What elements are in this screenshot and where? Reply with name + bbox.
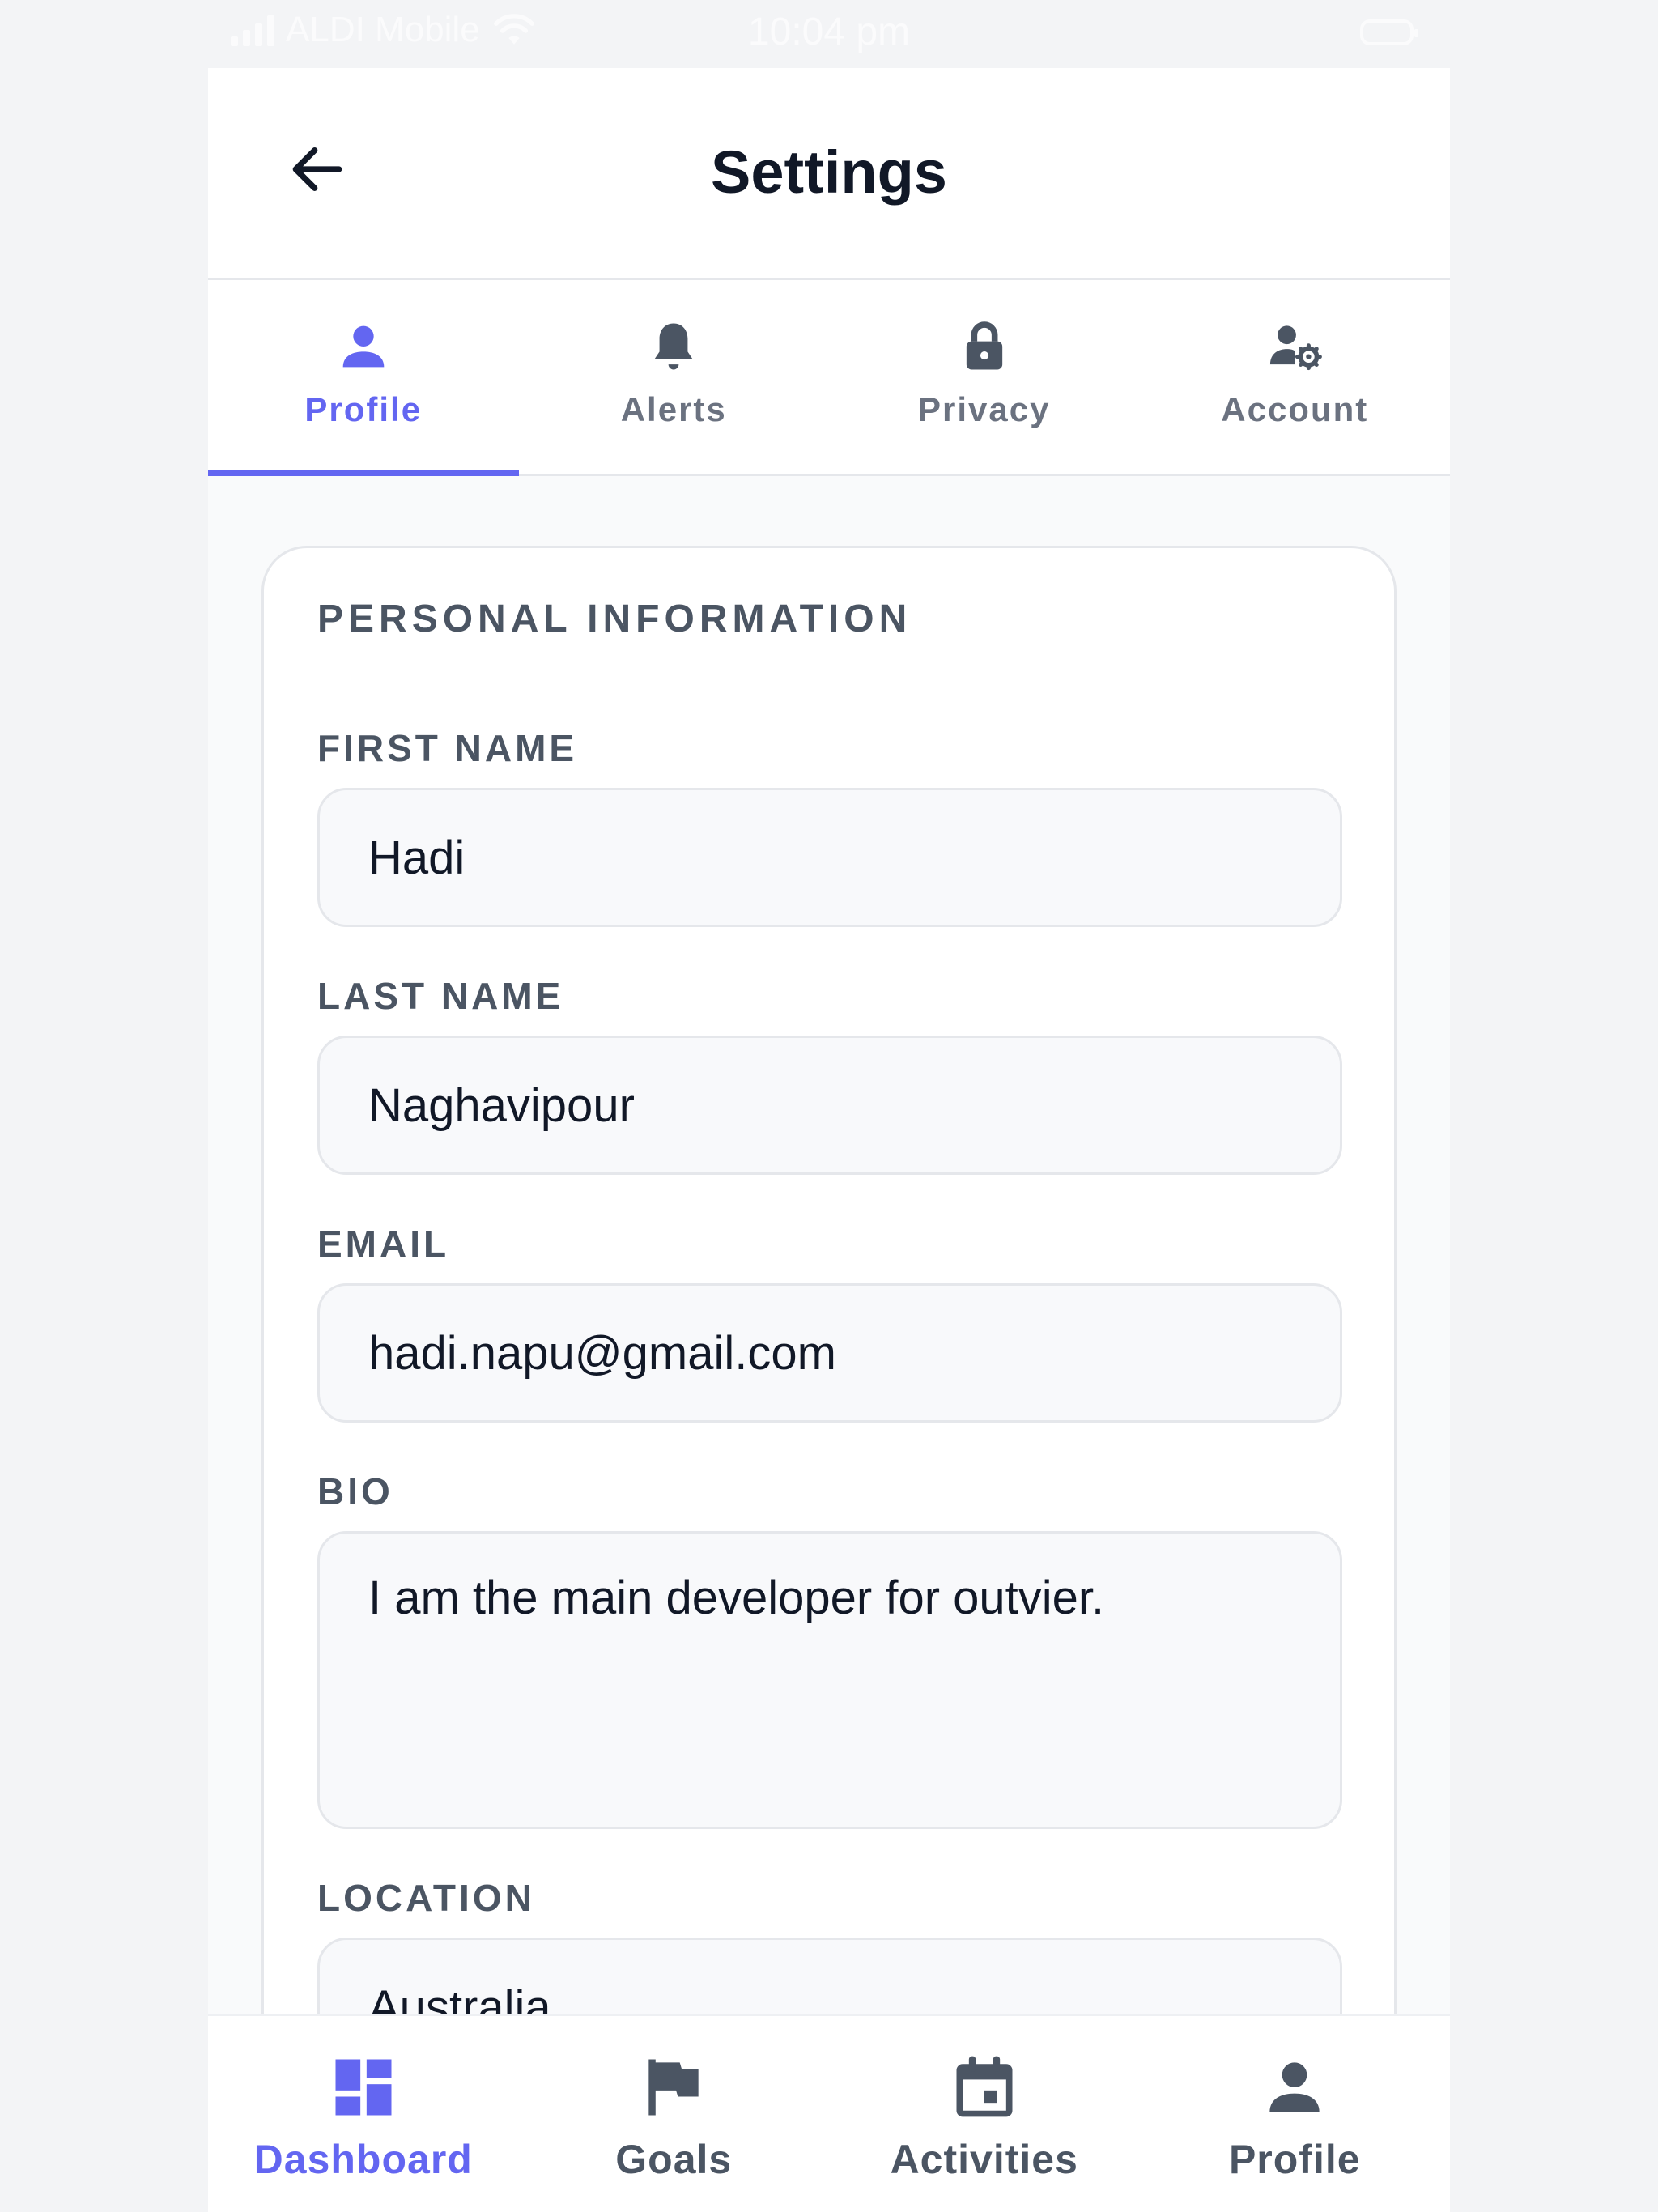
- calendar-icon: [956, 2056, 1013, 2117]
- tab-profile[interactable]: Profile: [208, 280, 519, 476]
- tab-label: Privacy: [918, 390, 1051, 428]
- section-title: PERSONAL INFORMATION: [317, 598, 912, 640]
- nav-profile[interactable]: Profile: [1140, 2016, 1451, 2212]
- tab-privacy[interactable]: Privacy: [829, 280, 1140, 474]
- page-title: Settings: [711, 138, 947, 206]
- bottom-navigation: Dashboard Goals Activities Profile: [208, 2014, 1450, 2212]
- user-icon: [1269, 2062, 1320, 2112]
- nav-label: Profile: [1228, 2137, 1361, 2182]
- user-gear-icon: [1270, 325, 1323, 371]
- bio-textarea[interactable]: I am the main developer for outvier.: [317, 1531, 1342, 1829]
- email-input[interactable]: hadi.napu@gmail.com: [317, 1283, 1342, 1423]
- tab-account[interactable]: Account: [1140, 280, 1451, 474]
- nav-goals[interactable]: Goals: [519, 2016, 830, 2212]
- battery-icon: [1360, 19, 1418, 45]
- nav-label: Activities: [890, 2137, 1078, 2182]
- location-input[interactable]: Australia: [317, 1938, 1342, 2014]
- tab-label: Account: [1221, 390, 1369, 428]
- first-name-input[interactable]: Hadi: [317, 788, 1342, 927]
- email-label: EMAIL: [317, 1223, 450, 1265]
- dashboard-icon: [335, 2059, 392, 2116]
- nav-dashboard[interactable]: Dashboard: [208, 2016, 519, 2212]
- nav-label: Dashboard: [253, 2137, 473, 2182]
- first-name-label: FIRST NAME: [317, 727, 578, 769]
- personal-information-card: PERSONAL INFORMATION FIRST NAME Hadi LAS…: [261, 546, 1397, 2014]
- settings-tabs: Profile Alerts Privacy Account: [208, 280, 1450, 476]
- settings-content: PERSONAL INFORMATION FIRST NAME Hadi LAS…: [208, 476, 1450, 2014]
- settings-screen: Settings Profile Alerts Privacy Account …: [208, 68, 1450, 2212]
- bio-label: BIO: [317, 1470, 393, 1512]
- last-name-label: LAST NAME: [317, 975, 564, 1017]
- nav-label: Goals: [615, 2137, 733, 2182]
- status-bar: ALDI Mobile 10:04 pm: [0, 0, 1658, 68]
- flag-icon: [648, 2059, 699, 2116]
- nav-activities[interactable]: Activities: [829, 2016, 1140, 2212]
- location-label: LOCATION: [317, 1877, 535, 1919]
- tab-label: Alerts: [620, 390, 727, 428]
- tab-label: Profile: [304, 390, 423, 428]
- tab-alerts[interactable]: Alerts: [519, 280, 830, 474]
- last-name-input[interactable]: Naghavipour: [317, 1036, 1342, 1175]
- bell-icon: [654, 323, 693, 370]
- user-icon: [342, 325, 385, 368]
- header: Settings: [208, 68, 1450, 280]
- lock-icon: [966, 321, 1002, 370]
